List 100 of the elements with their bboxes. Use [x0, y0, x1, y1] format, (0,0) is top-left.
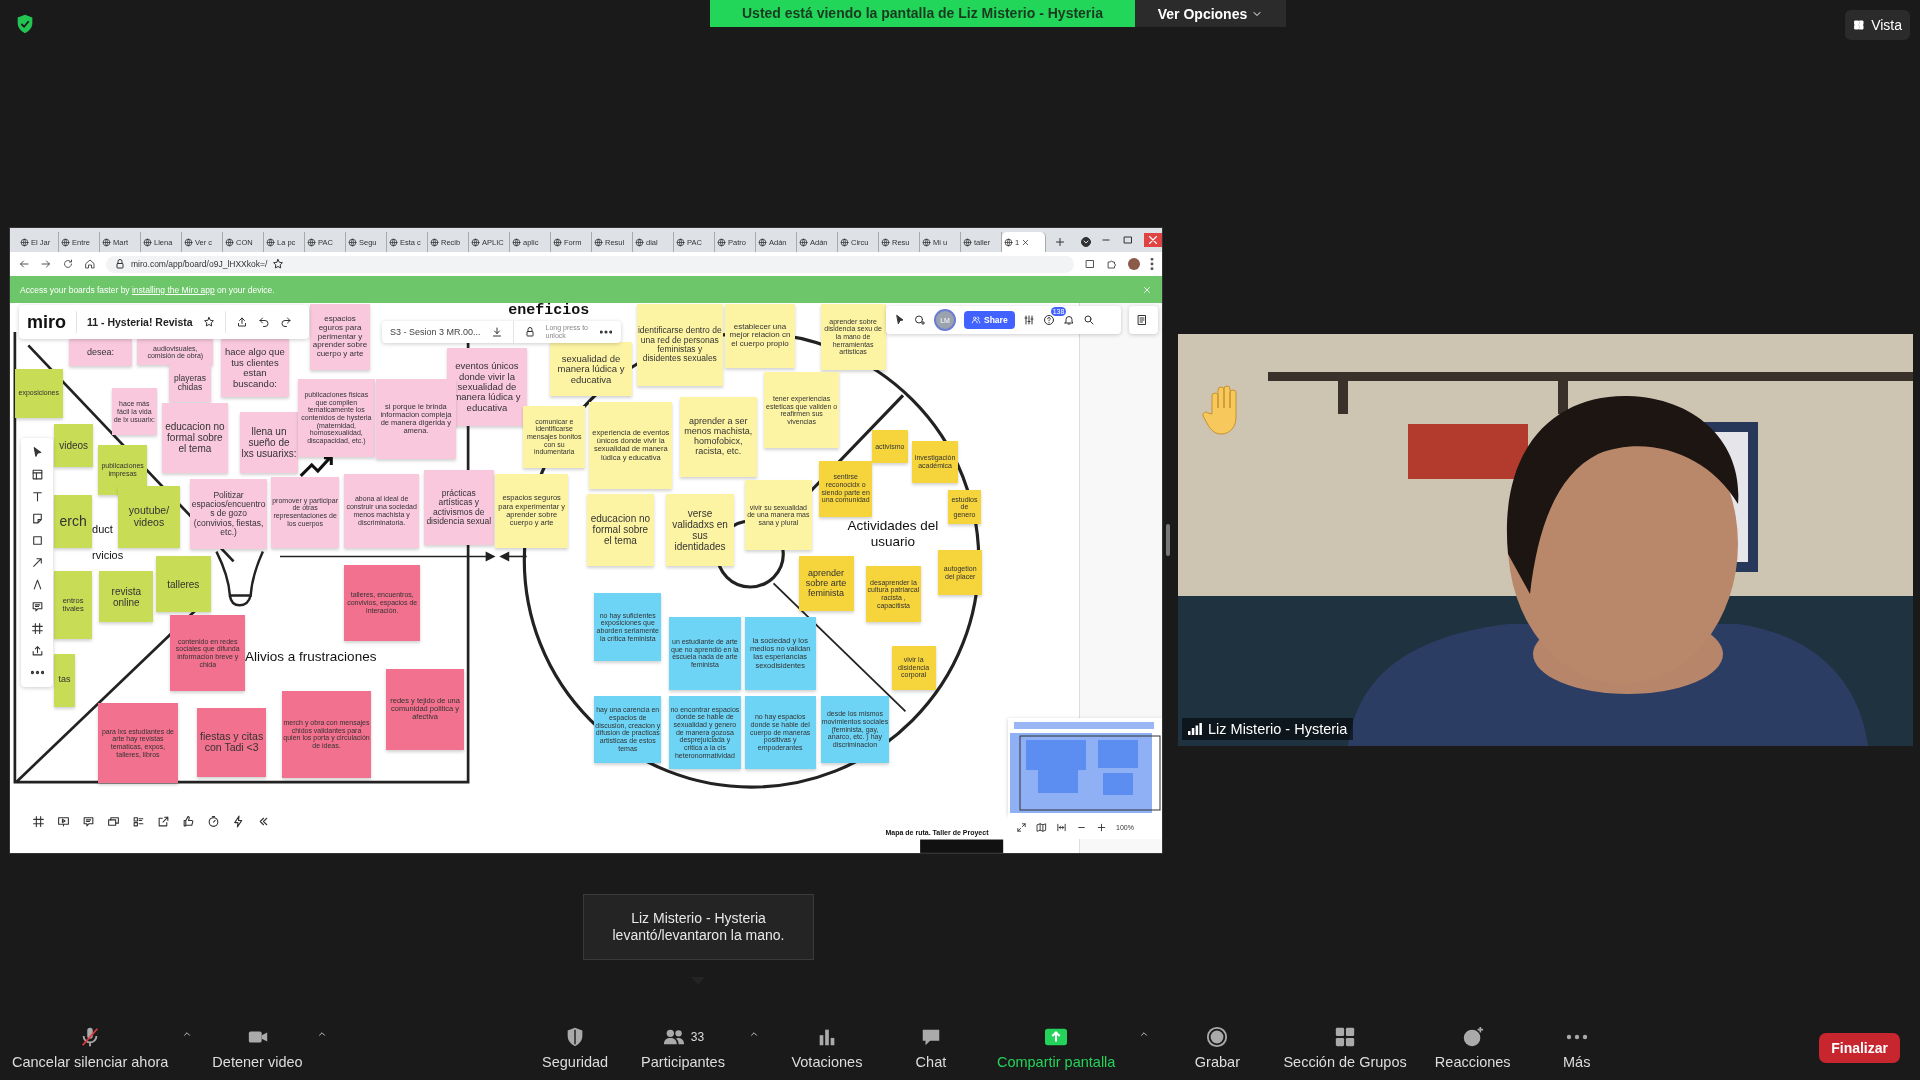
mic-button[interactable]: Cancelar silenciar ahora — [8, 1026, 173, 1070]
sticky-note: aprender a ser menos machista, homofobicx, racista, etc. — [679, 396, 757, 477]
sticky-note: verse validadxs en sus identidades — [666, 493, 734, 566]
template-icon[interactable] — [30, 468, 44, 481]
video-button[interactable]: Detener video — [208, 1026, 307, 1070]
export-icon[interactable] — [157, 815, 170, 828]
undo-icon[interactable] — [257, 316, 270, 328]
bell-icon[interactable] — [1062, 314, 1075, 326]
star-icon[interactable] — [272, 258, 285, 270]
reload-icon[interactable] — [62, 258, 74, 270]
reactions-button[interactable]: Reacciones — [1430, 1026, 1515, 1070]
notes-icon[interactable] — [1136, 314, 1148, 326]
resize-handle[interactable] — [1166, 524, 1170, 556]
collapse-icon[interactable] — [257, 815, 270, 828]
redo-icon[interactable] — [279, 316, 292, 328]
favicon-icon — [881, 237, 890, 247]
text-tool-icon[interactable] — [30, 490, 44, 503]
map-icon[interactable] — [1036, 821, 1047, 833]
share-button[interactable]: Compartir pantalla — [992, 1026, 1120, 1070]
favicon-icon — [20, 237, 29, 247]
menu-icon[interactable] — [1150, 258, 1154, 270]
security-button[interactable]: Seguridad — [533, 1026, 618, 1070]
chat-button[interactable]: Chat — [888, 1026, 973, 1070]
board-name[interactable]: 11 - Hysteria! Revista — [87, 316, 193, 328]
sticky-note: youtube/ videos — [117, 486, 181, 548]
close-icon[interactable] — [1021, 237, 1031, 247]
presentation-icon[interactable] — [57, 815, 70, 828]
circle-plus-icon[interactable] — [914, 314, 926, 326]
caret-icon — [1139, 1029, 1150, 1039]
canvas-label: eneficios — [508, 303, 590, 319]
arrow-icon[interactable] — [30, 556, 44, 569]
home-icon[interactable] — [84, 258, 96, 270]
breakout-button[interactable]: Sección de Grupos — [1279, 1026, 1411, 1070]
star-icon[interactable] — [202, 316, 215, 328]
frame-icon[interactable] — [32, 815, 45, 828]
favicon-icon — [389, 237, 398, 247]
view-options-button[interactable]: Ver Opciones — [1135, 0, 1286, 27]
sticky-note: erch — [54, 494, 93, 548]
end-meeting-button[interactable]: Finalizar — [1819, 1033, 1900, 1063]
cursor-icon[interactable] — [894, 314, 906, 326]
search-icon[interactable] — [1082, 314, 1095, 326]
trend-arrow — [299, 456, 333, 477]
minimap[interactable] — [1008, 718, 1162, 815]
forward-icon[interactable] — [40, 258, 52, 270]
view-button[interactable]: Vista — [1845, 10, 1910, 40]
favicon-icon — [348, 237, 357, 247]
sticky-note: talleres — [155, 556, 211, 613]
favicon-icon — [143, 237, 152, 247]
record-button[interactable]: Grabar — [1175, 1026, 1260, 1070]
share-button[interactable]: Share — [964, 311, 1015, 329]
sticky-note-icon[interactable] — [30, 512, 44, 525]
thumbs-up-icon[interactable] — [182, 815, 195, 828]
more-icon[interactable] — [599, 330, 612, 334]
participant-count: 33 — [690, 1030, 705, 1044]
frame-icon[interactable] — [30, 622, 44, 635]
more-button[interactable]: Más — [1534, 1026, 1619, 1070]
maximize-icon[interactable] — [1122, 234, 1134, 246]
cards-icon[interactable] — [107, 815, 120, 828]
sticky-note: tas — [54, 654, 75, 707]
upload-icon[interactable] — [235, 316, 248, 328]
address-bar[interactable]: miro.com/app/board/o9J_lHXXkok=/ — [106, 255, 1074, 273]
miro-logo[interactable]: miro — [27, 311, 66, 333]
help-icon[interactable] — [1042, 314, 1055, 326]
lock-icon[interactable] — [523, 326, 536, 338]
close-icon[interactable] — [1144, 233, 1162, 247]
list-icon[interactable] — [132, 815, 145, 828]
download-icon[interactable] — [490, 326, 503, 338]
favicon-icon — [225, 237, 234, 247]
fit-width-icon[interactable] — [1056, 821, 1067, 833]
comment-icon[interactable] — [30, 600, 44, 613]
favicon-icon — [307, 237, 316, 247]
participants-button[interactable]: 33 Participantes — [637, 1026, 729, 1070]
favicon-icon — [471, 237, 480, 247]
comment-icon[interactable] — [82, 815, 95, 828]
sticky-note: educacion no formal sobre el tema — [586, 493, 655, 566]
zoom-in-icon[interactable] — [1096, 821, 1107, 833]
favicon-icon — [1004, 237, 1013, 247]
timer-icon[interactable] — [207, 815, 220, 828]
fullscreen-icon[interactable] — [1016, 821, 1027, 833]
sticky-note: establecer una mejor relacion cn el cuerpo propio — [725, 303, 795, 368]
polls-button[interactable]: Votaciones — [784, 1026, 869, 1070]
frame-name[interactable]: S3 - Sesion 3 MR.00... — [390, 327, 481, 337]
favicon-icon — [553, 237, 562, 247]
upload-icon[interactable] — [30, 644, 44, 657]
favicon-icon — [840, 237, 849, 247]
new-tab-icon[interactable] — [1054, 236, 1066, 248]
banner-message: Access your boards faster by installing the Miro app on your device. — [20, 284, 276, 295]
share-screen-icon — [1044, 1026, 1069, 1048]
sharing-banner: Usted está viendo la pantalla de Liz Misterio - Hysteria — [710, 0, 1135, 27]
sticky-note: identificarse dentro de una red de personas feministas y disidentes sexuales — [636, 303, 723, 386]
lightning-icon[interactable] — [232, 815, 245, 828]
lock-icon — [114, 258, 126, 270]
profile-avatar[interactable] — [1128, 258, 1140, 270]
canvas-label: duct — [92, 523, 113, 536]
settings-icon[interactable] — [1022, 314, 1035, 326]
shape-icon[interactable] — [30, 534, 44, 547]
tab-search-icon[interactable] — [1080, 236, 1092, 248]
back-icon[interactable] — [18, 258, 30, 270]
favicon-icon — [266, 237, 275, 247]
participant-name: Liz Misterio - Hysteria — [1208, 721, 1348, 737]
